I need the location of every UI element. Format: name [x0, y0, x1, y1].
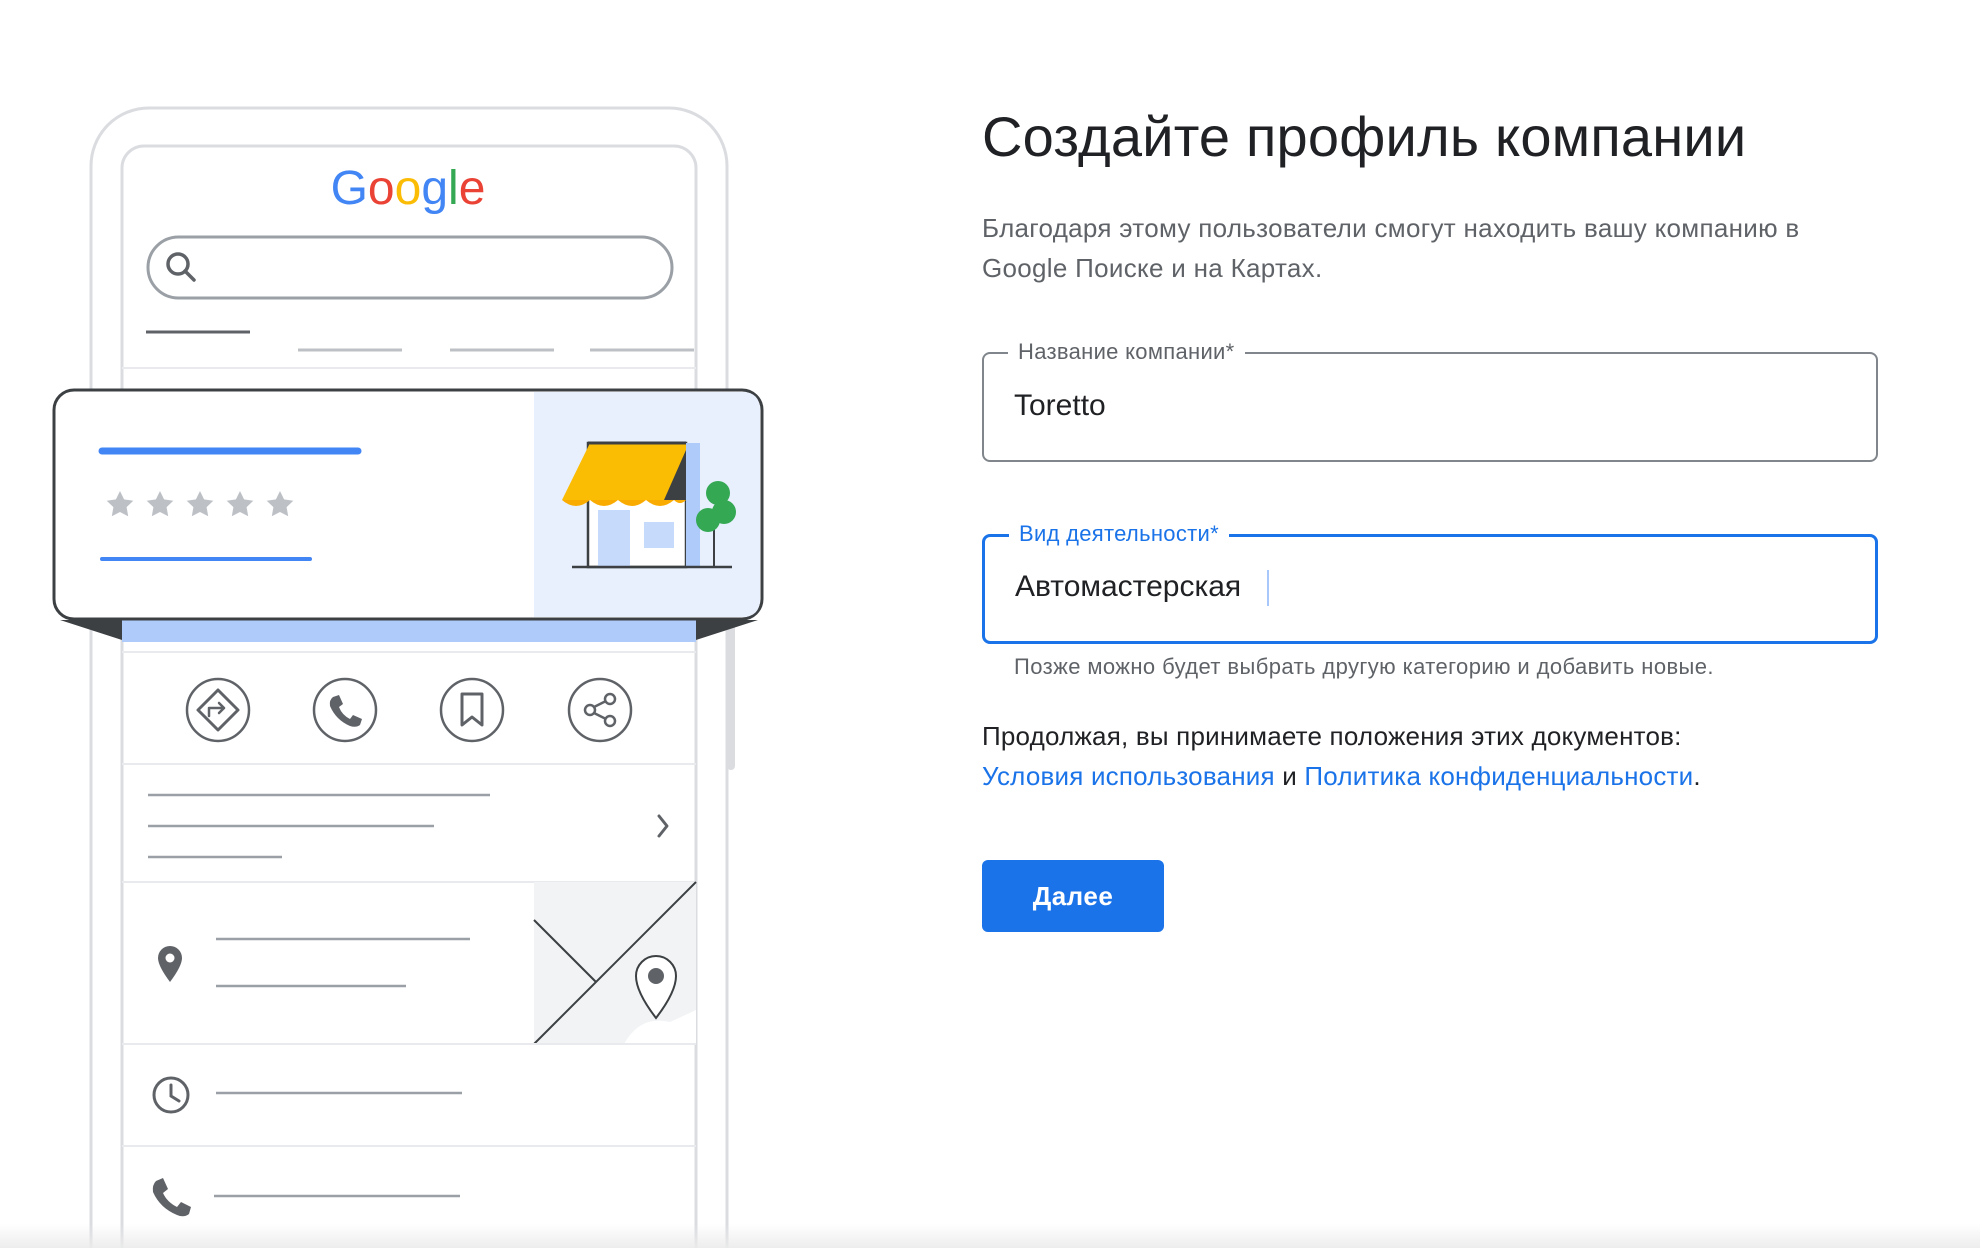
logo-letter: o: [395, 162, 422, 215]
category-label: Вид деятельности*: [1009, 519, 1229, 549]
phone-side-button: [727, 620, 735, 770]
directions-icon: [185, 677, 251, 743]
business-profile-illustration: Google: [0, 0, 800, 1248]
privacy-policy-link[interactable]: Политика конфиденциальности: [1304, 761, 1693, 791]
page-subtitle: Благодаря этому пользователи смогут нахо…: [982, 213, 1800, 283]
company-name-field[interactable]: Название компании*: [982, 337, 1878, 462]
google-logo: Google: [331, 162, 486, 215]
terms-conjunction: и: [1282, 761, 1297, 791]
phone-search-bar: [146, 235, 674, 300]
company-name-input[interactable]: [1014, 386, 1834, 426]
logo-letter: G: [331, 162, 368, 215]
terms-prefix: Продолжая, вы принимаете положения этих …: [982, 721, 1682, 751]
category-input[interactable]: [1015, 567, 1835, 607]
bottom-edge-shadow: [0, 1224, 1980, 1248]
logo-letter: o: [368, 162, 395, 215]
company-name-label: Название компании*: [1008, 337, 1245, 367]
category-field[interactable]: Вид деятельности*: [982, 519, 1878, 644]
terms-of-service-link[interactable]: Условия использования: [982, 761, 1275, 791]
logo-letter: l: [448, 162, 459, 215]
logo-letter: e: [459, 162, 486, 215]
page-title: Создайте профиль компании: [982, 105, 1747, 168]
terms-suffix: .: [1693, 761, 1701, 791]
next-button[interactable]: Далее: [982, 860, 1164, 932]
category-helper-text: Позже можно будет выбрать другую категор…: [1014, 654, 1714, 679]
logo-letter: g: [421, 162, 448, 215]
bookmark-icon: [439, 677, 505, 743]
text-caret: [1267, 570, 1269, 606]
phone-call-icon: [312, 677, 378, 743]
terms-notice: Продолжая, вы принимаете положения этих …: [982, 716, 1882, 796]
share-icon: [567, 677, 633, 743]
